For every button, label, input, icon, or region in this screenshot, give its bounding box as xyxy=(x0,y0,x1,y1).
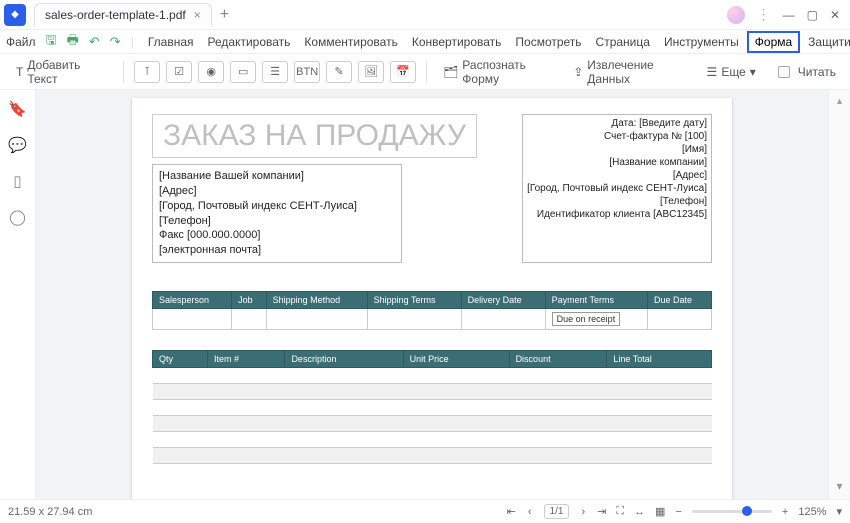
right-scrollbar[interactable]: ▴ ▾ xyxy=(828,90,850,499)
first-page-icon[interactable]: ⇤ xyxy=(507,505,516,518)
page-dimensions: 21.59 x 27.94 cm xyxy=(8,506,92,518)
last-page-icon[interactable]: ⇥ xyxy=(597,505,606,518)
more-button[interactable]: ☰ Еще ▾ xyxy=(701,61,762,83)
fit-width-icon[interactable]: ↔ xyxy=(634,506,645,518)
zoom-dropdown-icon[interactable]: ▾ xyxy=(836,505,842,518)
listbox-tool[interactable]: ☰ xyxy=(262,61,288,83)
layout-icon[interactable]: ▦ xyxy=(655,505,665,518)
read-toggle[interactable]: Читать xyxy=(772,61,842,83)
next-page-icon[interactable]: › xyxy=(581,506,585,518)
scroll-up-icon[interactable]: ▴ xyxy=(837,96,842,107)
comment-icon[interactable]: 💬 xyxy=(8,136,27,154)
menu-главная[interactable]: Главная xyxy=(142,33,200,51)
recognize-form-button[interactable]: 🗂 Распознать Форму xyxy=(437,54,561,90)
kebab-menu-icon[interactable]: ⋮ xyxy=(757,6,771,23)
menu-страница[interactable]: Страница xyxy=(590,33,656,51)
close-tab-icon[interactable]: × xyxy=(194,8,201,22)
prev-page-icon[interactable]: ‹ xyxy=(528,506,532,518)
upload-icon: ⇪ xyxy=(573,65,583,79)
bookmark-icon[interactable]: 🔖 xyxy=(8,100,27,118)
image-tool[interactable]: 🖼 xyxy=(358,61,384,83)
menu-защитить[interactable]: Защитить xyxy=(802,33,850,51)
form-field-tools: ⊺ ☑ ◉ ▭ ☰ BTN ✎ 🖼 📅 xyxy=(134,61,416,83)
window-close-icon[interactable]: ✕ xyxy=(830,8,840,22)
menu-конвертировать[interactable]: Конвертировать xyxy=(406,33,508,51)
order-meta-table: SalespersonJobShipping MethodShipping Te… xyxy=(152,291,712,330)
statusbar: 21.59 x 27.94 cm ⇤ ‹ 1/1 › ⇥ ⛶ ↔ ▦ − + 1… xyxy=(0,499,850,523)
add-text-button[interactable]: T Добавить Текст xyxy=(8,54,113,90)
page-number[interactable]: 1/1 xyxy=(544,504,570,519)
date-tool[interactable]: 📅 xyxy=(390,61,416,83)
text-field-tool[interactable]: ⊺ xyxy=(134,61,160,83)
save-icon[interactable]: 🖫 xyxy=(46,31,57,53)
avatar[interactable] xyxy=(727,6,745,24)
signature-tool[interactable]: ✎ xyxy=(326,61,352,83)
thumbnails-icon[interactable]: ▯ xyxy=(13,172,21,190)
checkbox-tool[interactable]: ☑ xyxy=(166,61,192,83)
doc-title: ЗАКАЗ НА ПРОДАЖУ xyxy=(152,114,477,158)
zoom-out-icon[interactable]: − xyxy=(675,506,681,518)
menu-инструменты[interactable]: Инструменты xyxy=(658,33,745,51)
menu-редактировать[interactable]: Редактировать xyxy=(202,33,297,51)
form-toolbar: T Добавить Текст ⊺ ☑ ◉ ▭ ☰ BTN ✎ 🖼 📅 🗂 Р… xyxy=(0,54,850,90)
redo-icon[interactable]: ↷ xyxy=(110,34,121,50)
zoom-slider[interactable] xyxy=(692,510,772,513)
tab-title: sales-order-template-1.pdf xyxy=(45,8,186,22)
text-icon: T xyxy=(16,65,23,79)
print-icon[interactable]: 🖶 xyxy=(67,31,79,53)
form-icon: 🗂 xyxy=(443,65,458,79)
menubar: Файл 🖫 🖶 ↶ ↷ | ГлавнаяРедактироватьКомме… xyxy=(0,30,850,54)
add-tab-button[interactable]: + xyxy=(220,6,229,24)
minimize-icon[interactable]: — xyxy=(783,8,795,22)
maximize-icon[interactable]: ▢ xyxy=(807,8,818,22)
zoom-in-icon[interactable]: + xyxy=(782,506,788,518)
titlebar: ◆ sales-order-template-1.pdf × + ⋮ — ▢ ✕ xyxy=(0,0,850,30)
scroll-down-icon[interactable]: ▾ xyxy=(836,479,842,493)
customer-info: Дата: [Введите дату]Счет-фактура № [100]… xyxy=(522,114,712,263)
extract-data-button[interactable]: ⇪ Извлечение Данных xyxy=(567,54,694,90)
document-canvas[interactable]: ЗАКАЗ НА ПРОДАЖУ [Название Вашей компани… xyxy=(36,90,828,499)
document-tab[interactable]: sales-order-template-1.pdf × xyxy=(34,3,212,26)
button-tool[interactable]: BTN xyxy=(294,61,320,83)
left-sidebar: 🔖 💬 ▯ ◯ xyxy=(0,90,36,499)
zoom-level[interactable]: 125% xyxy=(798,506,826,518)
file-menu[interactable]: Файл xyxy=(6,35,36,49)
menu-посмотреть[interactable]: Посмотреть xyxy=(509,33,587,51)
app-icon: ◆ xyxy=(4,4,26,26)
dropdown-tool[interactable]: ▭ xyxy=(230,61,256,83)
line-items-table: QtyItem #DescriptionUnit PriceDiscountLi… xyxy=(152,350,712,464)
document-page: ЗАКАЗ НА ПРОДАЖУ [Название Вашей компани… xyxy=(132,98,732,499)
menu-форма[interactable]: Форма xyxy=(747,31,800,53)
undo-icon[interactable]: ↶ xyxy=(89,34,100,50)
fit-page-icon[interactable]: ⛶ xyxy=(616,505,624,518)
company-info: [Название Вашей компании][Адрес][Город, … xyxy=(152,164,402,263)
search-rail-icon[interactable]: ◯ xyxy=(9,208,26,226)
radio-tool[interactable]: ◉ xyxy=(198,61,224,83)
menu-комментировать[interactable]: Комментировать xyxy=(298,33,403,51)
